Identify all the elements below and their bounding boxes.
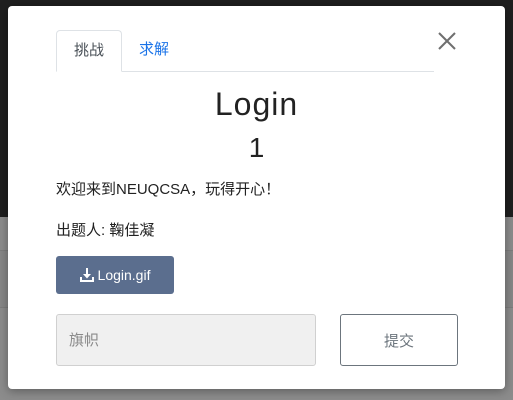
flag-input[interactable] [56, 314, 316, 366]
download-icon [79, 268, 94, 282]
download-file-button[interactable]: Login.gif [56, 256, 174, 294]
submit-button[interactable]: 提交 [340, 314, 458, 366]
modal-tabs: 挑战 求解 [56, 30, 434, 72]
challenge-name: Login [214, 86, 299, 122]
tab-solves[interactable]: 求解 [126, 30, 182, 70]
challenge-modal: 挑战 求解 Login 1 欢迎来到NEUQCSA，玩得开心！ 出题人: 鞠佳凝… [8, 6, 505, 389]
challenge-value: 1 [248, 132, 265, 163]
close-button[interactable] [436, 30, 458, 52]
challenge-description: 欢迎来到NEUQCSA，玩得开心！ [56, 181, 281, 198]
download-file-label: Login.gif [97, 267, 151, 283]
close-icon [438, 32, 456, 50]
tab-challenge[interactable]: 挑战 [56, 30, 122, 72]
challenge-author: 出题人: 鞠佳凝 [56, 222, 155, 239]
